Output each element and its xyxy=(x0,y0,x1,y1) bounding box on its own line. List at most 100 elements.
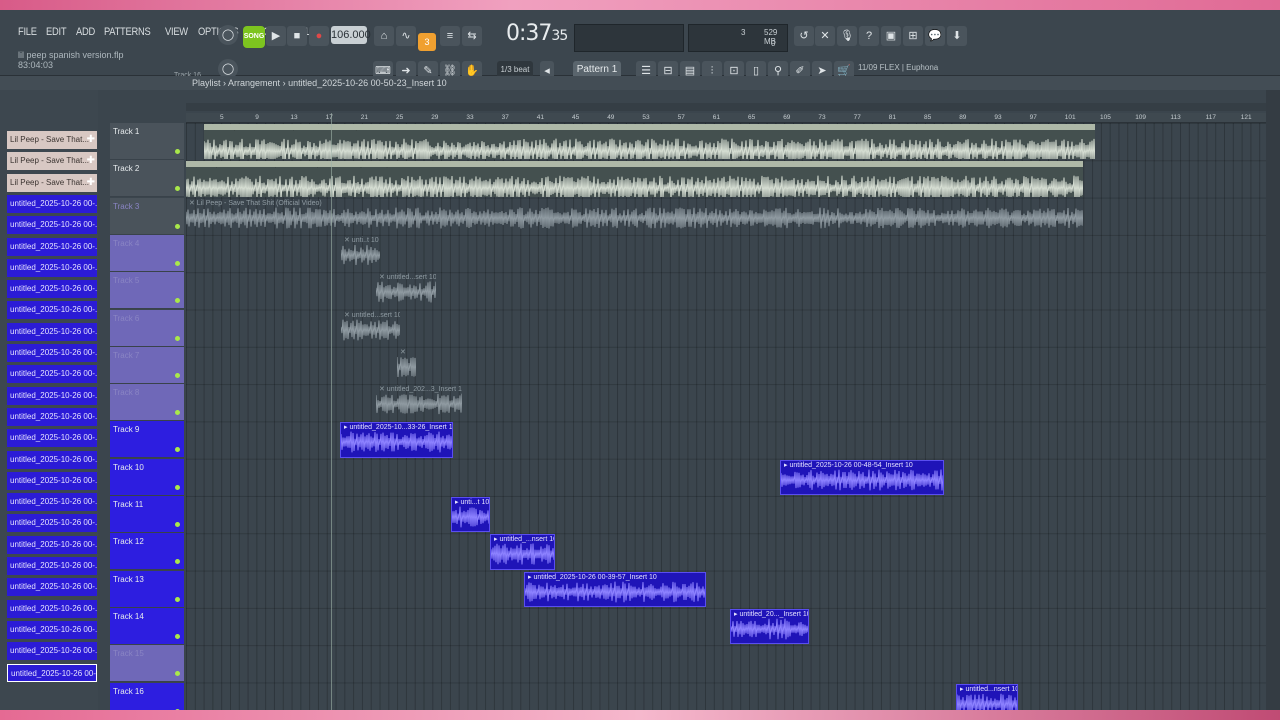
download-icon[interactable]: ⬇ xyxy=(947,26,967,46)
clip[interactable]: ✕ Lil Peep - Save That Shit (Official Vi… xyxy=(186,199,1083,234)
clip[interactable]: ✕ unti..t 10 xyxy=(341,236,380,271)
picker-item[interactable]: untitled_2025-10-26 00-... xyxy=(7,471,97,490)
track-mute-led[interactable] xyxy=(175,633,180,639)
track-header[interactable]: Track 5 xyxy=(110,272,184,310)
wait-input-icon[interactable]: ∿ xyxy=(396,26,416,46)
clip[interactable]: ▸ Lil Peep - Save That Shit (Official In… xyxy=(204,124,1095,160)
picker-item[interactable]: Lil Peep - Save That... ✚ xyxy=(7,152,97,171)
track-mute-led[interactable] xyxy=(175,522,180,527)
horizontal-scrollbar[interactable] xyxy=(186,103,1266,111)
track-mute-led[interactable] xyxy=(175,149,180,154)
track-header[interactable]: Track 11 xyxy=(110,496,184,533)
expand-icon[interactable]: ✚ xyxy=(87,174,95,192)
picker-item[interactable]: untitled_2025-10-26 00-... xyxy=(7,663,97,682)
track-header[interactable]: Track 9 xyxy=(110,421,184,459)
picker-item[interactable]: untitled_2025-10-26 00-... xyxy=(7,642,97,661)
picker-item[interactable]: untitled_2025-10-26 00-... xyxy=(7,407,97,426)
playhead[interactable] xyxy=(331,113,332,710)
countdown-button[interactable]: 3 xyxy=(418,33,436,51)
menu-item-file[interactable]: FILE xyxy=(18,26,37,38)
clip[interactable]: ▸ untitled_2025-10...33-26_Insert 10 xyxy=(340,422,453,458)
loop-record-icon[interactable]: ≡ xyxy=(440,26,460,46)
picker-item[interactable]: untitled_2025-10-26 00-... xyxy=(7,322,97,341)
picker-item[interactable]: untitled_2025-10-26 00-... xyxy=(7,301,97,320)
clip[interactable]: ✕ untitled...sert 10 xyxy=(376,273,436,308)
mixer-icon[interactable]: ✕ xyxy=(815,26,835,46)
stop-button[interactable]: ■ xyxy=(287,26,307,46)
picker-item[interactable]: untitled_2025-10-26 00-... xyxy=(7,365,97,384)
save-icon[interactable]: ▣ xyxy=(881,26,901,46)
picker-item[interactable]: untitled_2025-10-26 00-... xyxy=(7,280,97,299)
track-header[interactable]: Track 8 xyxy=(110,384,184,422)
track-mute-led[interactable] xyxy=(175,484,180,490)
expand-icon[interactable]: ✚ xyxy=(87,131,95,149)
clip[interactable]: ▸ untitled_2025-10-26 00-39-57_Insert 10 xyxy=(524,571,706,607)
track-header[interactable]: Track 10 xyxy=(110,458,184,496)
picker-item[interactable]: untitled_2025-10-26 00-... xyxy=(7,557,97,575)
track-header[interactable]: Track 6 xyxy=(110,309,184,347)
track-header[interactable]: Track 15 xyxy=(110,645,184,683)
picker-item[interactable]: untitled_2025-10-26 00-... xyxy=(7,194,97,213)
track-mute-led[interactable] xyxy=(175,559,180,565)
picker-item[interactable]: untitled_2025-10-26 00-... xyxy=(7,344,97,362)
chat-icon[interactable]: 💬 xyxy=(925,26,945,46)
track-header[interactable]: Track 4 xyxy=(110,234,184,272)
clip[interactable]: ✕ untitled...sert 10 xyxy=(341,311,400,346)
track-mute-led[interactable] xyxy=(175,671,180,677)
picker-item[interactable]: untitled_2025-10-26 00-... xyxy=(7,237,97,256)
track-header[interactable]: Track 7 xyxy=(110,346,184,384)
track-mute-led[interactable] xyxy=(175,410,180,416)
menu-item-edit[interactable]: EDIT xyxy=(46,26,67,38)
plugin-icon[interactable]: ⊞ xyxy=(903,26,923,46)
menu-item-add[interactable]: ADD xyxy=(76,26,95,38)
track-header[interactable]: Track 2 xyxy=(110,160,184,198)
picker-item[interactable]: untitled_2025-10-26 00-... xyxy=(7,578,97,597)
track-mute-led[interactable] xyxy=(175,186,180,192)
picker-item[interactable]: Lil Peep - Save That... ✚ xyxy=(7,173,97,192)
track-header[interactable]: Track 1 xyxy=(110,123,184,160)
expand-icon[interactable]: ✚ xyxy=(87,152,95,170)
picker-item[interactable]: Lil Peep - Save That... ✚ xyxy=(7,131,97,149)
clip[interactable]: ▸ unti...t 10 xyxy=(451,497,490,533)
track-mute-led[interactable] xyxy=(175,372,180,378)
master-volume-knob-icon[interactable]: ◯ xyxy=(218,25,238,45)
track-header[interactable]: Track 14 xyxy=(110,607,184,645)
clip[interactable]: ▸ Lil Peep - Save That Shit (Official Vi… xyxy=(186,161,1083,197)
track-mute-led[interactable] xyxy=(175,335,180,341)
menu-item-patterns[interactable]: PATTERNS xyxy=(104,26,151,38)
clip[interactable]: ✕ xyxy=(397,348,416,383)
playlist-path[interactable]: Arrangement xyxy=(228,78,280,88)
track-header[interactable]: Track 13 xyxy=(110,570,184,608)
track-mute-led[interactable] xyxy=(175,596,180,602)
step-edit-icon[interactable]: ⇆ xyxy=(462,26,482,46)
picker-item[interactable]: untitled_2025-10-26 00-... xyxy=(7,258,97,277)
picker-item[interactable]: untitled_2025-10-26 00-... xyxy=(7,535,97,554)
undo-icon[interactable]: ↺ xyxy=(794,26,814,46)
picker-item[interactable]: untitled_2025-10-26 00-... xyxy=(7,386,97,405)
microphone-icon[interactable]: 🎙 xyxy=(837,26,857,46)
track-mute-led[interactable] xyxy=(175,298,180,304)
picker-item[interactable]: untitled_2025-10-26 00-... xyxy=(7,599,97,618)
clip[interactable]: ▸ untitled_...nsert 10 xyxy=(490,534,555,570)
track-mute-led[interactable] xyxy=(175,260,180,266)
song-mode-button[interactable]: SONG xyxy=(243,26,265,48)
picker-item[interactable]: untitled_2025-10-26 00-... xyxy=(7,620,97,639)
metronome-icon[interactable]: ⌂ xyxy=(374,26,394,46)
clip[interactable]: ▸ untitled_2025-10-26 00-48-54_Insert 10 xyxy=(780,459,944,495)
track-mute-led[interactable] xyxy=(175,447,180,453)
picker-item[interactable]: untitled_2025-10-26 00-... xyxy=(7,514,97,533)
clip[interactable]: ▸ untitled_20..._Insert 10 xyxy=(730,608,809,645)
track-header[interactable]: Track 3 xyxy=(110,197,184,235)
picker-item[interactable]: untitled_2025-10-26 00-... xyxy=(7,216,97,235)
menu-item-view[interactable]: VIEW xyxy=(165,26,188,38)
picker-item[interactable]: untitled_2025-10-26 00-... xyxy=(7,493,97,512)
clip[interactable]: ✕ untitled_202...3_Insert 10 xyxy=(376,385,462,420)
track-header[interactable]: Track 12 xyxy=(110,533,184,571)
track-mute-led[interactable] xyxy=(175,708,180,710)
track-header[interactable]: Track 16 xyxy=(110,682,184,710)
track-mute-led[interactable] xyxy=(175,223,180,229)
record-button[interactable]: ● xyxy=(309,26,329,46)
tempo-display[interactable]: 106.000 xyxy=(331,26,371,44)
play-button[interactable]: ▶ xyxy=(266,26,286,46)
help-icon[interactable]: ? xyxy=(859,26,879,46)
